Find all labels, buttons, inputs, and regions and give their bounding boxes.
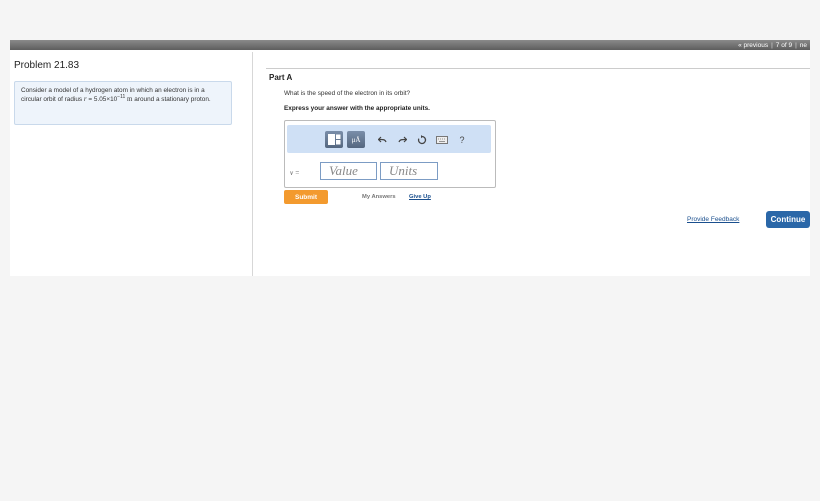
problem-panel: Problem 21.83 Consider a model of a hydr… — [10, 50, 252, 276]
problem-navigation: « previous | 7 of 9 | ne — [735, 40, 810, 50]
app-window: « previous | 7 of 9 | ne Problem 21.83 C… — [10, 40, 810, 501]
empty-area — [10, 276, 810, 501]
radius-unit: m — [125, 95, 133, 103]
part-title: Part A — [269, 73, 293, 82]
keyboard-icon[interactable] — [435, 131, 449, 148]
undo-icon[interactable] — [375, 131, 389, 148]
problem-position: 7 of 9 — [775, 41, 793, 49]
math-toolbar: μÅ ? — [287, 125, 491, 153]
previous-link[interactable]: « previous — [735, 42, 771, 49]
units-input[interactable] — [380, 162, 438, 180]
instruction-text: Express your answer with the appropriate… — [284, 105, 430, 112]
templates-icon[interactable] — [325, 131, 343, 148]
top-nav-bar: « previous | 7 of 9 | ne — [10, 40, 810, 50]
variable-label: v = — [290, 169, 300, 177]
value-input[interactable] — [320, 162, 377, 180]
redo-icon[interactable] — [395, 131, 409, 148]
units-icon[interactable]: μÅ — [347, 131, 365, 148]
part-divider — [266, 68, 810, 69]
submit-button[interactable]: Submit — [284, 190, 328, 204]
my-answers-label: My Answers — [362, 194, 396, 200]
reset-icon[interactable] — [415, 131, 429, 148]
continue-button[interactable]: Continue — [766, 211, 810, 228]
help-icon[interactable]: ? — [455, 131, 469, 148]
next-link[interactable]: ne — [797, 42, 810, 49]
give-up-link[interactable]: Give Up — [409, 194, 431, 200]
radius-value: = 5.05×10 — [86, 96, 118, 103]
problem-description: Consider a model of a hydrogen atom in w… — [14, 81, 232, 125]
question-text: What is the speed of the electron in its… — [284, 90, 411, 97]
problem-title: Problem 21.83 — [14, 60, 80, 71]
panel-divider — [252, 52, 253, 278]
provide-feedback-link[interactable]: Provide Feedback — [687, 216, 739, 223]
desc-text-end: around a stationary proton. — [132, 96, 211, 103]
answer-box: μÅ ? v = — [284, 120, 496, 188]
